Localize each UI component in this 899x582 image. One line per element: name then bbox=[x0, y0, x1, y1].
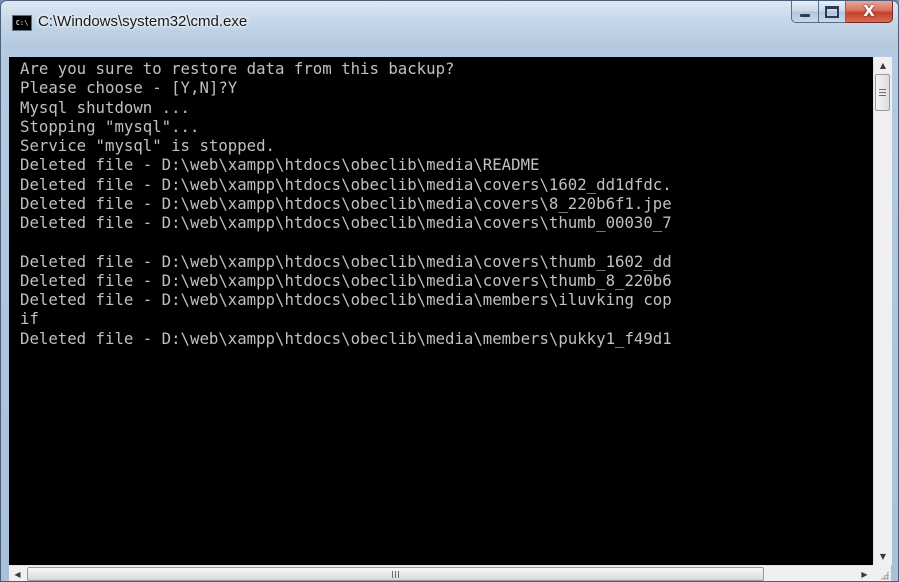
maximize-icon bbox=[825, 5, 839, 18]
console-line: Are you sure to restore data from this b… bbox=[20, 59, 455, 78]
console-output[interactable]: Are you sure to restore data from this b… bbox=[9, 57, 873, 565]
console-line: if bbox=[20, 309, 39, 329]
resize-grip-icon bbox=[880, 571, 889, 580]
console-line: Deleted file - D:\web\xampp\htdocs\obecl… bbox=[20, 328, 672, 348]
console-line: Deleted file - D:\web\xampp\htdocs\obecl… bbox=[20, 155, 540, 175]
scroll-right-button[interactable]: ▶ bbox=[856, 566, 873, 581]
down-arrow-icon: ▼ bbox=[879, 552, 887, 561]
console-line: Deleted file - D:\web\xampp\htdocs\obecl… bbox=[20, 270, 672, 290]
scroll-down-button[interactable]: ▼ bbox=[874, 548, 892, 565]
console-line: Please choose - [Y,N]?Y bbox=[20, 78, 238, 98]
horizontal-scrollbar[interactable]: ◀ ▶ bbox=[9, 565, 873, 581]
grip-icon bbox=[879, 89, 886, 96]
console-line: Mysql shutdown ... bbox=[20, 97, 191, 117]
right-arrow-icon: ▶ bbox=[861, 570, 868, 579]
console-line: Deleted file - D:\web\xampp\htdocs\obecl… bbox=[20, 174, 672, 194]
grip-icon bbox=[392, 570, 399, 578]
up-arrow-icon: ▲ bbox=[879, 61, 887, 70]
left-arrow-icon: ◀ bbox=[14, 570, 21, 579]
console-line: Deleted file - D:\web\xampp\htdocs\obecl… bbox=[20, 251, 672, 271]
close-icon: X bbox=[863, 2, 875, 20]
vertical-scroll-thumb[interactable] bbox=[875, 74, 890, 111]
console-line: Deleted file - D:\web\xampp\htdocs\obecl… bbox=[20, 290, 672, 309]
vertical-scrollbar[interactable]: ▲ ▼ bbox=[873, 57, 892, 565]
close-button[interactable]: X bbox=[846, 1, 893, 23]
resize-grip[interactable] bbox=[873, 565, 891, 581]
title-bar[interactable]: C:\ C:\Windows\system32\cmd.exe X bbox=[1, 1, 898, 48]
console-line: Deleted file - D:\web\xampp\htdocs\obecl… bbox=[20, 193, 672, 213]
minimize-icon bbox=[800, 14, 810, 17]
horizontal-scroll-thumb[interactable] bbox=[27, 567, 764, 581]
console-text: Are you sure to restore data from this b… bbox=[9, 57, 873, 348]
minimize-button[interactable] bbox=[791, 1, 819, 23]
cmd-icon[interactable]: C:\ bbox=[12, 15, 32, 31]
console-line: Service "mysql" is stopped. bbox=[20, 136, 276, 155]
window-title: C:\Windows\system32\cmd.exe bbox=[38, 13, 248, 30]
cmd-window: C:\ C:\Windows\system32\cmd.exe X Are yo… bbox=[0, 0, 899, 582]
maximize-button[interactable] bbox=[819, 1, 846, 23]
scroll-up-button[interactable]: ▲ bbox=[874, 57, 892, 74]
console-line: Stopping "mysql"... bbox=[20, 116, 200, 136]
scroll-left-button[interactable]: ◀ bbox=[9, 566, 26, 581]
caption-buttons: X bbox=[791, 1, 893, 23]
console-line: Deleted file - D:\web\xampp\htdocs\obecl… bbox=[20, 213, 672, 232]
